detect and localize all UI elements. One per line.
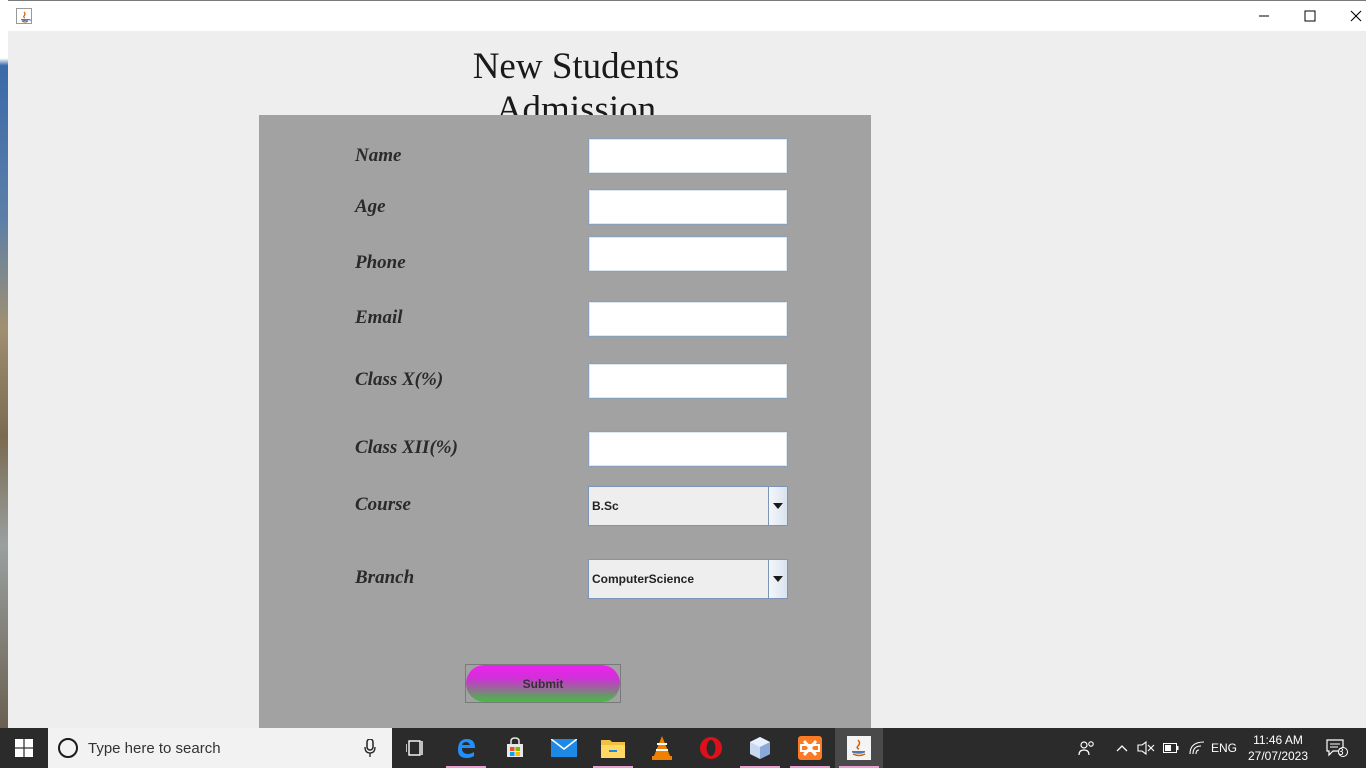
submit-button[interactable]: Submit <box>466 665 620 702</box>
opera-icon[interactable] <box>687 728 735 768</box>
action-center-icon[interactable]: 3 <box>1320 728 1354 768</box>
desktop-background <box>0 0 8 728</box>
branch-dropdown[interactable]: ComputerScience <box>588 559 788 599</box>
clock-date: 27/07/2023 <box>1247 749 1309 763</box>
people-icon[interactable] <box>1074 728 1100 768</box>
age-label: Age <box>355 196 386 217</box>
close-button[interactable] <box>1333 1 1366 31</box>
microphone-icon[interactable] <box>364 739 376 757</box>
admission-form-panel: Name Age Phone Email Class X(%) Class XI… <box>259 115 871 729</box>
chevron-down-icon[interactable] <box>768 487 787 525</box>
vlc-icon[interactable] <box>638 728 686 768</box>
microsoft-store-icon[interactable] <box>491 728 539 768</box>
name-field[interactable] <box>588 138 788 174</box>
chevron-up-icon[interactable] <box>1112 728 1132 768</box>
java-app-icon <box>16 8 32 24</box>
email-label: Email <box>355 307 403 328</box>
taskbar: Type here to search ENG 11:46 AM 27/07/2… <box>0 728 1366 768</box>
age-field[interactable] <box>588 189 788 225</box>
course-label: Course <box>355 494 411 515</box>
windows-icon <box>15 739 33 757</box>
search-placeholder: Type here to search <box>88 740 221 757</box>
taskbar-search-box[interactable]: Type here to search <box>48 728 392 768</box>
email-field[interactable] <box>588 301 788 337</box>
course-selected-value: B.Sc <box>592 499 619 513</box>
class-xii-field[interactable] <box>588 431 788 467</box>
name-label: Name <box>355 145 402 166</box>
cortana-icon <box>58 738 78 758</box>
notification-count: 3 <box>1338 747 1344 758</box>
volume-muted-icon[interactable] <box>1136 728 1156 768</box>
course-dropdown[interactable]: B.Sc <box>588 486 788 526</box>
language-indicator[interactable]: ENG <box>1210 728 1238 768</box>
title-bar[interactable] <box>8 1 1366 31</box>
task-view-icon[interactable] <box>392 728 440 768</box>
branch-selected-value: ComputerScience <box>592 572 695 586</box>
chevron-down-icon[interactable] <box>768 560 787 598</box>
file-explorer-icon[interactable] <box>589 728 637 768</box>
xampp-icon[interactable] <box>786 728 834 768</box>
phone-label: Phone <box>355 252 406 273</box>
class-x-field[interactable] <box>588 363 788 399</box>
submit-button-frame: Submit <box>465 664 621 703</box>
maximize-button[interactable] <box>1287 1 1333 31</box>
class-xii-label: Class XII(%) <box>355 437 458 458</box>
clock-time: 11:46 AM <box>1253 733 1303 747</box>
start-button[interactable] <box>0 728 48 768</box>
battery-icon[interactable] <box>1161 728 1181 768</box>
phone-field[interactable] <box>588 236 788 272</box>
network-icon[interactable] <box>1186 728 1208 768</box>
java-app-taskbar-icon[interactable] <box>835 728 883 768</box>
taskbar-clock[interactable]: 11:46 AM 27/07/2023 <box>1240 732 1316 764</box>
edge-browser-icon[interactable] <box>442 728 490 768</box>
app-window: New Students Admission Name Age Phone Em… <box>8 0 1366 729</box>
branch-label: Branch <box>355 567 415 588</box>
mail-icon[interactable] <box>540 728 588 768</box>
virtualbox-icon[interactable] <box>736 728 784 768</box>
class-x-label: Class X(%) <box>355 369 444 390</box>
minimize-button[interactable] <box>1241 1 1287 31</box>
